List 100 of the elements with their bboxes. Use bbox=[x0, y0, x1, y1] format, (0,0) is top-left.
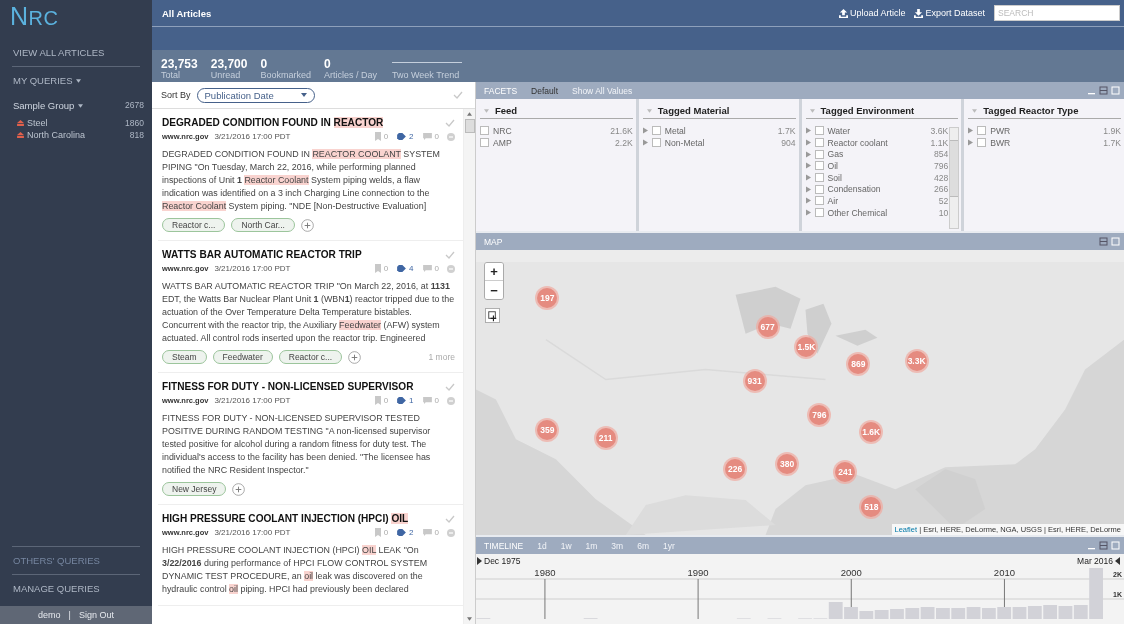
expand-icon[interactable] bbox=[968, 127, 974, 135]
panel-title: MAP bbox=[484, 236, 503, 247]
tag-chip[interactable]: Steam bbox=[162, 350, 207, 364]
restore-icon[interactable] bbox=[1099, 237, 1108, 246]
comment-icon[interactable] bbox=[422, 265, 432, 272]
expand-icon[interactable] bbox=[805, 174, 811, 182]
tag-icon[interactable] bbox=[397, 397, 407, 404]
header-action[interactable]: Export Dataset bbox=[914, 8, 985, 18]
x-tick-label: 2010 bbox=[993, 567, 1016, 578]
remove-icon[interactable] bbox=[447, 264, 455, 273]
end-handle-icon[interactable] bbox=[1115, 557, 1120, 565]
checkbox[interactable] bbox=[814, 173, 824, 183]
checkbox[interactable] bbox=[480, 138, 489, 148]
restore-icon[interactable] bbox=[1099, 541, 1108, 550]
search-field[interactable]: SEARCH bbox=[994, 5, 1120, 21]
query-group[interactable]: Sample Group bbox=[13, 100, 84, 111]
comment-icon[interactable] bbox=[422, 397, 432, 404]
maximize-icon[interactable] bbox=[1111, 237, 1120, 246]
checkbox[interactable] bbox=[814, 149, 824, 159]
checkbox[interactable] bbox=[977, 138, 987, 148]
check-icon[interactable] bbox=[445, 382, 455, 391]
checkbox[interactable] bbox=[814, 184, 824, 194]
article-title[interactable]: WATTS BAR AUTOMATIC REACTOR TRIP bbox=[162, 249, 362, 260]
query-item[interactable]: North Carolina bbox=[27, 130, 130, 140]
expand-icon[interactable] bbox=[805, 150, 811, 158]
maximize-icon[interactable] bbox=[1111, 541, 1120, 550]
caret-icon[interactable] bbox=[484, 108, 489, 113]
bookmark-count: 0 bbox=[383, 396, 389, 405]
expand-icon[interactable] bbox=[805, 197, 811, 205]
start-handle-icon[interactable] bbox=[477, 557, 482, 565]
checkbox[interactable] bbox=[651, 138, 661, 148]
checkbox[interactable] bbox=[814, 161, 824, 171]
expand-icon[interactable] bbox=[805, 139, 811, 147]
add-tag-icon[interactable] bbox=[300, 218, 314, 232]
bookmark-icon[interactable] bbox=[374, 528, 381, 537]
restore-icon[interactable] bbox=[1099, 86, 1108, 95]
draw-tool-icon[interactable] bbox=[485, 308, 500, 323]
bookmark-icon[interactable] bbox=[374, 396, 381, 405]
zoom-in-button[interactable]: + bbox=[485, 263, 503, 281]
zoom-out-button[interactable]: − bbox=[485, 281, 503, 299]
article-title[interactable]: DEGRADED CONDITION FOUND IN REACTOR bbox=[162, 117, 384, 128]
expand-icon[interactable] bbox=[642, 139, 648, 147]
histogram-bar bbox=[1058, 606, 1073, 619]
user-link[interactable]: demo bbox=[38, 610, 61, 620]
download-icon bbox=[914, 8, 924, 18]
query-item[interactable]: Steel bbox=[27, 118, 126, 128]
bookmark-icon[interactable] bbox=[374, 264, 381, 273]
scroll-thumb[interactable] bbox=[464, 119, 475, 133]
checkbox[interactable] bbox=[814, 196, 824, 206]
query-count: 1860 bbox=[125, 118, 144, 128]
query-count: 818 bbox=[129, 130, 144, 140]
checkbox[interactable] bbox=[480, 126, 489, 136]
tag-chip[interactable]: Reactor c... bbox=[278, 350, 343, 364]
remove-icon[interactable] bbox=[447, 132, 455, 141]
tag-icon[interactable] bbox=[397, 529, 407, 536]
caret-icon[interactable] bbox=[972, 108, 978, 113]
tag-icon[interactable] bbox=[397, 133, 407, 140]
scroll-up-icon[interactable] bbox=[467, 112, 472, 116]
comment-icon[interactable] bbox=[422, 133, 432, 140]
remove-icon[interactable] bbox=[447, 528, 455, 537]
checkbox[interactable] bbox=[977, 126, 987, 136]
check-icon[interactable] bbox=[445, 250, 455, 259]
tag-chip[interactable]: New Jersey bbox=[162, 482, 227, 496]
checkbox[interactable] bbox=[814, 126, 824, 136]
comment-icon[interactable] bbox=[422, 529, 432, 536]
check-icon[interactable] bbox=[445, 514, 455, 523]
tag-icon[interactable] bbox=[397, 265, 407, 272]
tag-chip[interactable]: Reactor c... bbox=[162, 218, 226, 232]
facet-link[interactable]: Default bbox=[531, 85, 558, 96]
expand-icon[interactable] bbox=[805, 185, 811, 193]
my-queries-menu[interactable]: MY QUERIES bbox=[0, 67, 152, 94]
tag-chip[interactable]: Feedwater bbox=[212, 350, 273, 364]
header-action[interactable]: Upload Article bbox=[838, 8, 906, 18]
expand-icon[interactable] bbox=[805, 209, 811, 217]
caret-icon[interactable] bbox=[809, 108, 815, 113]
add-tag-icon[interactable] bbox=[348, 350, 362, 364]
facet-count: 2.2K bbox=[615, 137, 633, 148]
add-tag-icon[interactable] bbox=[232, 482, 246, 496]
article-title[interactable]: HIGH PRESSURE COOLANT INJECTION (HPCI) OIL bbox=[162, 513, 409, 524]
article-title[interactable]: FITNESS FOR DUTY - NON-LICENSED SUPERVISOR bbox=[162, 381, 414, 392]
expand-icon[interactable] bbox=[805, 162, 811, 170]
scroll-down-icon[interactable] bbox=[467, 617, 472, 621]
view-all-link[interactable]: VIEW ALL ARTICLES bbox=[0, 39, 152, 66]
checkbox[interactable] bbox=[814, 138, 824, 148]
bookmark-icon[interactable] bbox=[374, 132, 381, 141]
check-icon[interactable] bbox=[445, 118, 455, 127]
sign-out-link[interactable]: Sign Out bbox=[78, 610, 114, 620]
expand-icon[interactable] bbox=[968, 139, 974, 147]
checkbox[interactable] bbox=[651, 126, 661, 136]
checkbox[interactable] bbox=[814, 208, 824, 218]
sidebar-link[interactable]: MANAGE QUERIES bbox=[0, 575, 152, 602]
expand-icon[interactable] bbox=[642, 127, 648, 135]
maximize-icon[interactable] bbox=[1111, 86, 1120, 95]
caret-icon[interactable] bbox=[646, 108, 652, 113]
remove-icon[interactable] bbox=[447, 396, 455, 405]
scrollbar[interactable] bbox=[949, 127, 960, 229]
expand-icon[interactable] bbox=[805, 127, 811, 135]
tag-chip[interactable]: North Car... bbox=[231, 218, 295, 232]
check-icon[interactable] bbox=[453, 91, 463, 99]
stat-value: 23,753 bbox=[161, 58, 198, 70]
